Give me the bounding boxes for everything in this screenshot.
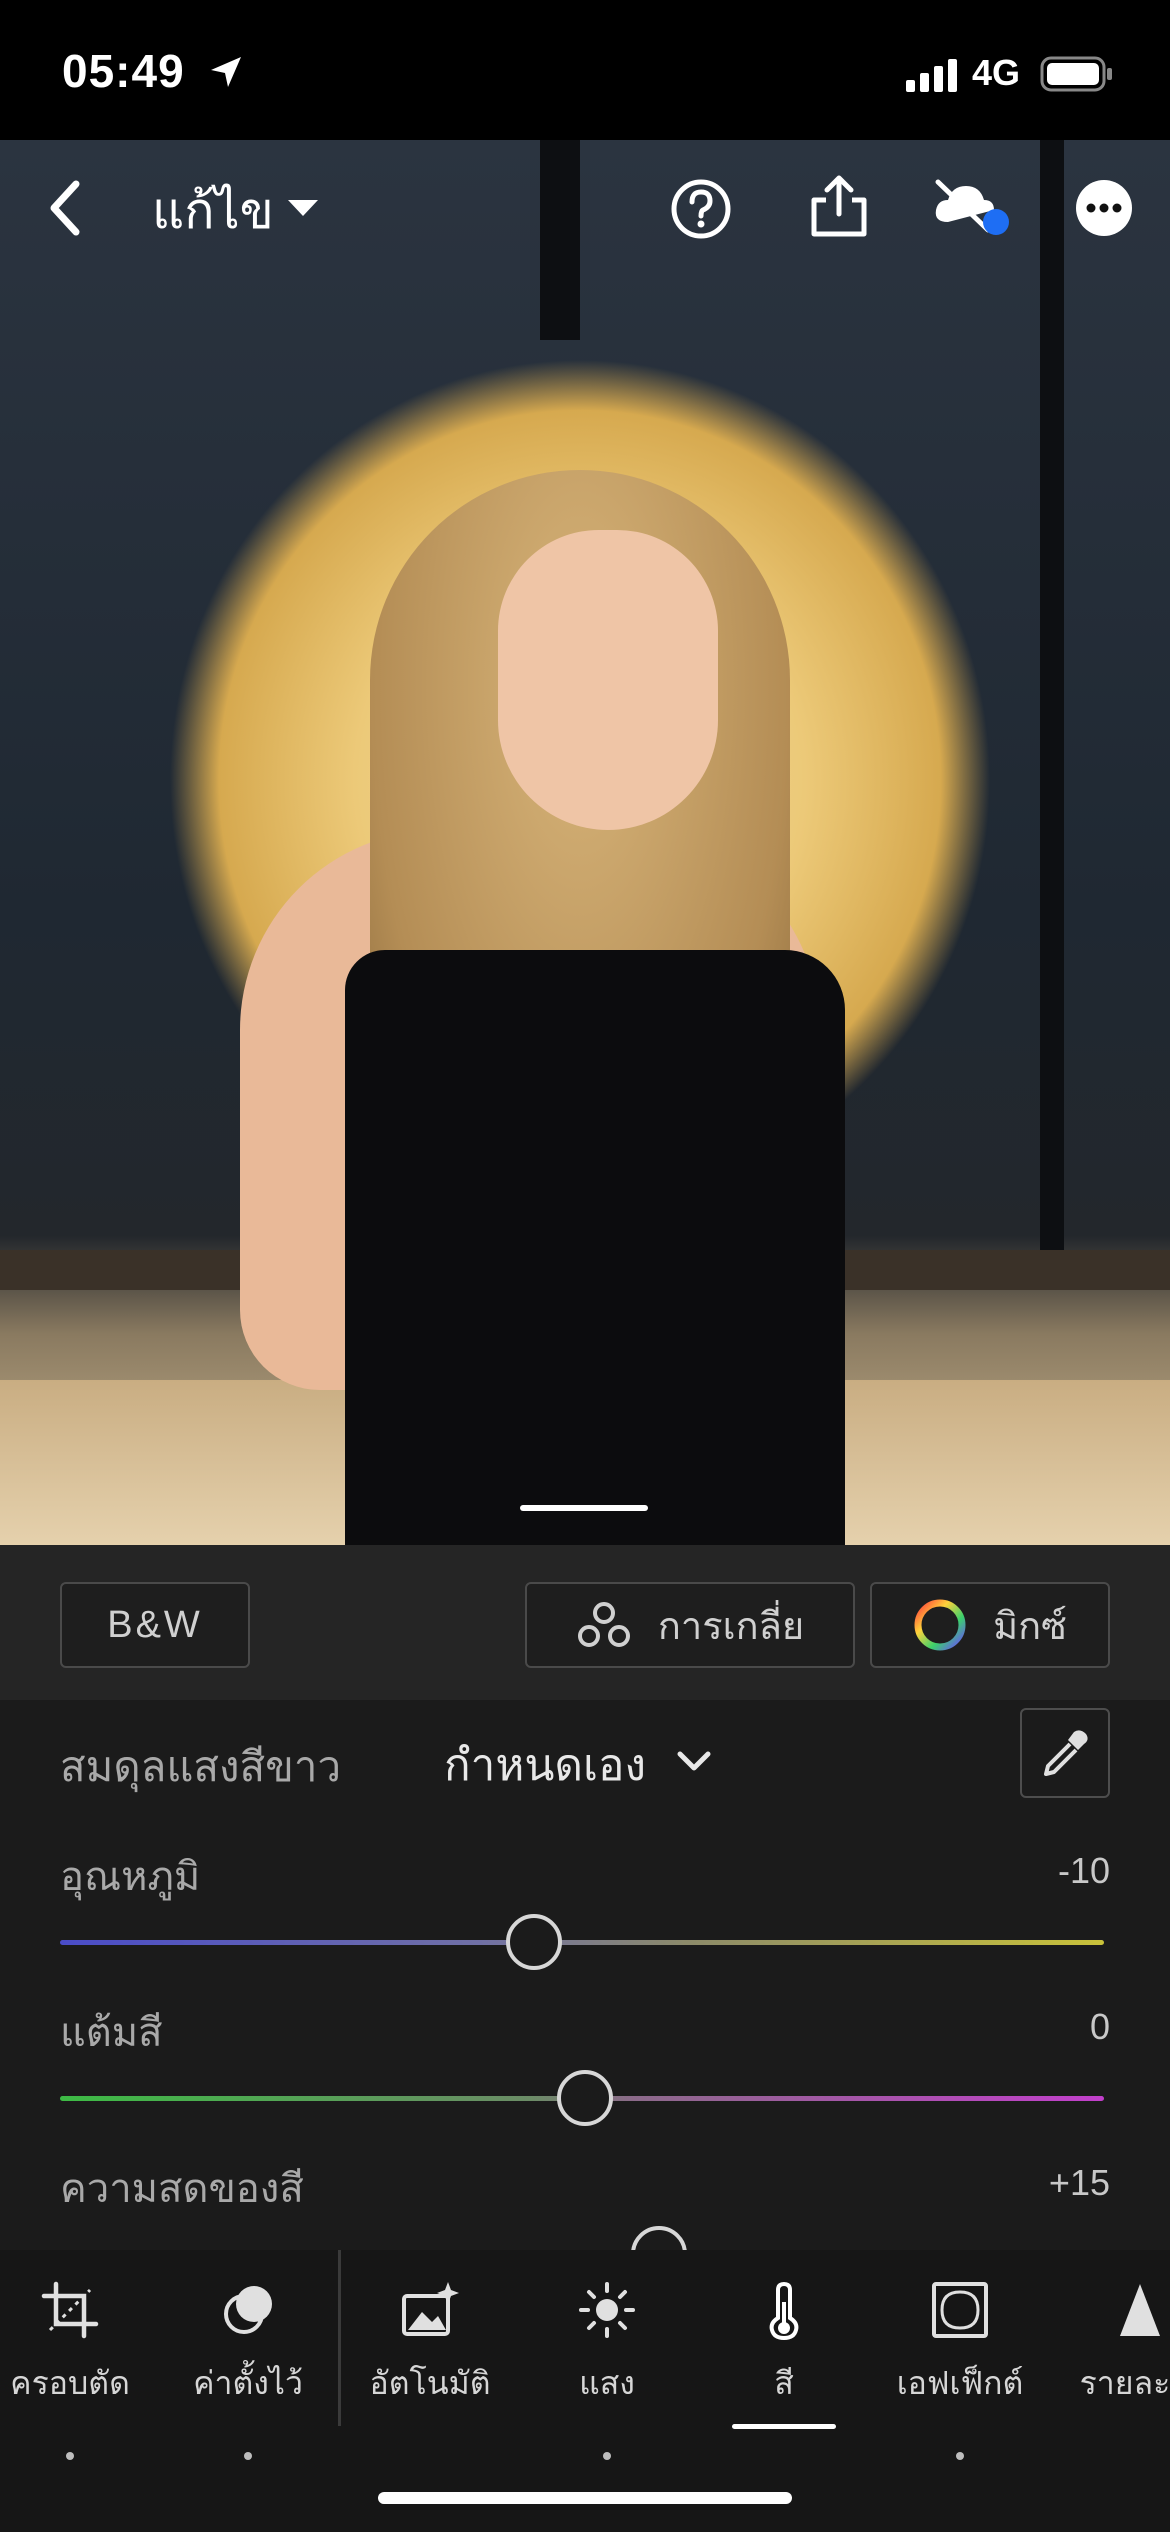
white-balance-dropdown[interactable]: กำหนดเอง	[444, 1730, 646, 1800]
cloud-sync-off-icon[interactable]	[930, 176, 1012, 238]
bw-label: B&W	[107, 1603, 203, 1646]
bottom-toolbar: ครอบตัด ค่าตั้งไว้ อัตโนมัติ แสง สี เอฟเ…	[0, 2250, 1170, 2532]
tool-effects[interactable]: เอฟเฟ็กต์	[870, 2280, 1050, 2460]
eyedropper-icon	[1044, 1730, 1088, 1776]
tool-color[interactable]: สี	[694, 2280, 874, 2409]
tool-presets[interactable]: ค่าตั้งไว้	[158, 2280, 338, 2460]
photo-canvas[interactable]	[0, 140, 1170, 1545]
color-adjust-panel: สมดุลแสงสีขาว กำหนดเอง อุณหภูมิ -10 แต้ม…	[0, 1700, 1170, 2250]
caret-down-icon[interactable]	[286, 198, 320, 218]
vibrance-label: ความสดของสี	[60, 2166, 304, 2212]
battery-icon	[1040, 56, 1112, 92]
status-time: 05:49	[62, 45, 185, 97]
location-arrow-icon	[211, 57, 241, 87]
more-options-icon[interactable]	[1074, 178, 1134, 238]
color-mode-row: B&W การเกลี่ย มิกซ์	[0, 1545, 1170, 1700]
tint-slider-knob[interactable]	[557, 2070, 613, 2126]
white-balance-label: สมดุลแสงสีขาว	[60, 1742, 342, 1791]
tint-value: 0	[1089, 2006, 1110, 2047]
tool-dot	[956, 2452, 964, 2460]
share-icon[interactable]	[808, 174, 870, 240]
window-frame	[540, 140, 580, 340]
page-title[interactable]: แก้ไข	[152, 172, 274, 251]
color-mix-button[interactable]: มิกซ์	[870, 1582, 1110, 1668]
grading-label: การเกลี่ย	[657, 1603, 805, 1648]
presets-icon	[224, 2286, 272, 2334]
tool-dot	[66, 2452, 74, 2460]
tool-label: ค่าตั้งไว้	[193, 2364, 303, 2402]
temperature-value: -10	[1057, 1850, 1110, 1891]
temperature-slider-knob[interactable]	[506, 1914, 562, 1970]
detail-icon	[1120, 2284, 1160, 2336]
auto-icon	[402, 2282, 459, 2336]
active-tab-indicator	[732, 2424, 836, 2429]
back-chevron-icon[interactable]	[44, 178, 88, 238]
tool-label: เอฟเฟ็กต์	[896, 2364, 1024, 2402]
chevron-down-icon[interactable]	[676, 1750, 712, 1774]
crop-icon	[41, 2281, 99, 2339]
thermometer-icon	[769, 2281, 799, 2340]
temperature-label: อุณหภูมิ	[60, 1854, 201, 1900]
light-icon	[579, 2282, 635, 2338]
color-wheel-icon	[914, 1599, 966, 1651]
status-bar: 05:49 4G	[0, 0, 1170, 140]
tool-label: ครอบตัด	[10, 2364, 130, 2402]
tool-light[interactable]: แสง	[517, 2280, 697, 2460]
home-indicator[interactable]	[378, 2492, 792, 2504]
person-dress	[345, 950, 845, 1545]
panel-drag-handle[interactable]	[520, 1505, 648, 1511]
tool-dot	[603, 2452, 611, 2460]
temperature-slider-track[interactable]	[60, 1940, 1104, 1945]
tool-label: รายละเอี	[1079, 2364, 1170, 2402]
window-frame	[1040, 140, 1064, 1290]
tool-label: อัตโนมัติ	[369, 2364, 491, 2402]
tool-detail[interactable]: รายละเอี	[1050, 2280, 1170, 2409]
help-icon[interactable]	[670, 178, 732, 240]
tool-crop[interactable]: ครอบตัด	[0, 2280, 160, 2460]
vibrance-slider-knob[interactable]	[631, 2226, 687, 2250]
person-face	[498, 530, 718, 830]
signal-icon	[906, 59, 957, 92]
tool-dot	[244, 2452, 252, 2460]
mix-label: มิกซ์	[993, 1603, 1067, 1648]
tool-label: สี	[774, 2364, 794, 2402]
effects-icon	[932, 2282, 988, 2338]
tint-label: แต้มสี	[60, 2010, 163, 2056]
tool-label: แสง	[579, 2364, 635, 2402]
vibrance-value: +15	[1048, 2162, 1110, 2203]
color-grading-button[interactable]: การเกลี่ย	[525, 1582, 855, 1668]
tool-auto[interactable]: อัตโนมัติ	[340, 2280, 520, 2409]
bw-button[interactable]: B&W	[60, 1582, 250, 1668]
network-type: 4G	[972, 52, 1021, 93]
white-balance-picker-button[interactable]	[1020, 1708, 1110, 1798]
grading-circles-icon	[577, 1602, 630, 1647]
toolbar-separator	[338, 2250, 341, 2426]
